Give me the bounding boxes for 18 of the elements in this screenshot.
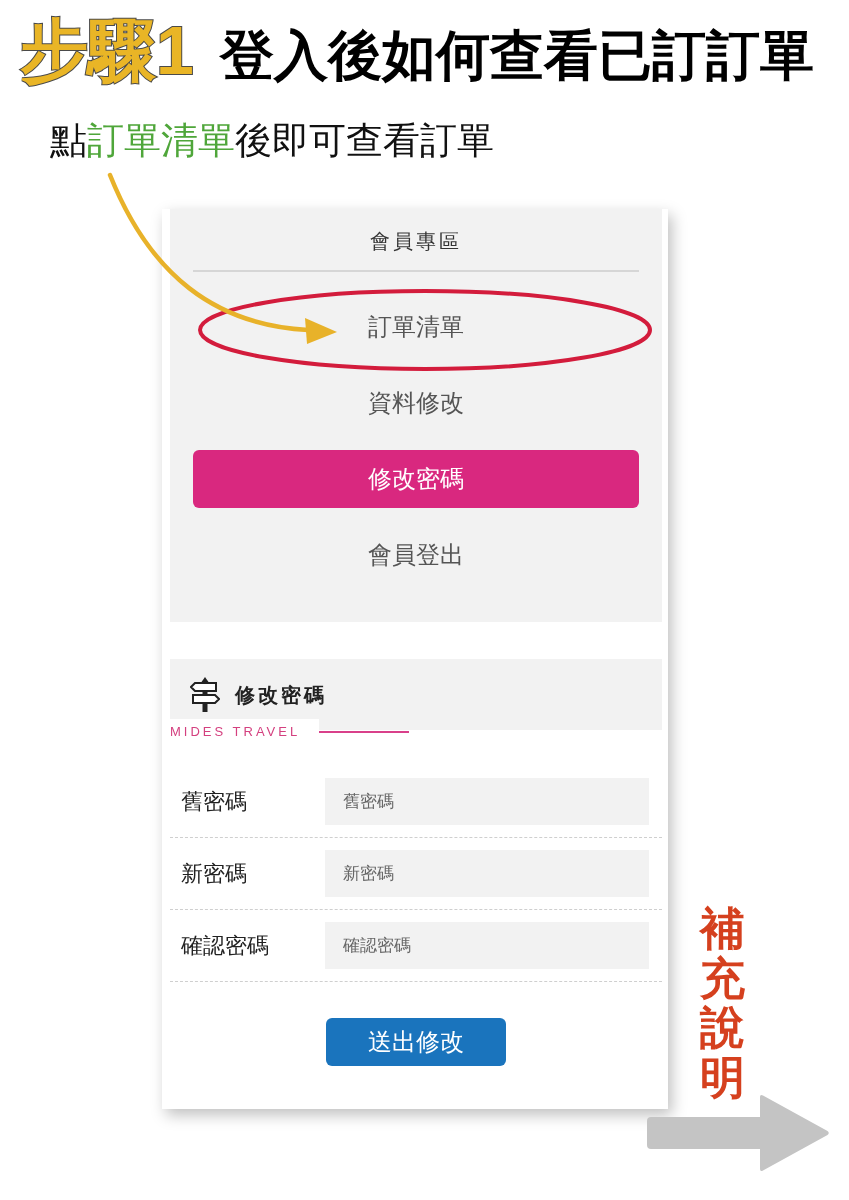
submit-button[interactable]: 送出修改 xyxy=(326,1018,506,1066)
instruction-text: 點訂單清單後即可查看訂單 xyxy=(50,119,494,163)
menu-item[interactable]: 修改密碼 xyxy=(193,450,639,508)
page-title: 登入後如何查看已訂訂單 xyxy=(219,24,814,87)
signpost-icon xyxy=(190,677,220,712)
section-title: 修改密碼 xyxy=(235,682,327,708)
menu-item[interactable]: 訂單清單 xyxy=(193,298,639,356)
field-label: 新密碼 xyxy=(181,860,248,888)
step-label: 步驟1 xyxy=(20,11,194,90)
menu-title: 會員專區 xyxy=(370,229,462,254)
input-field[interactable]: 新密碼 xyxy=(325,850,649,897)
side-note: 補充說明 xyxy=(700,904,745,1102)
menu-item[interactable]: 資料修改 xyxy=(193,374,639,432)
input-field[interactable]: 舊密碼 xyxy=(325,778,649,825)
input-field[interactable]: 確認密碼 xyxy=(325,922,649,969)
field-label: 舊密碼 xyxy=(181,788,248,816)
menu-item[interactable]: 會員登出 xyxy=(193,526,639,584)
field-label: 確認密碼 xyxy=(181,932,270,960)
